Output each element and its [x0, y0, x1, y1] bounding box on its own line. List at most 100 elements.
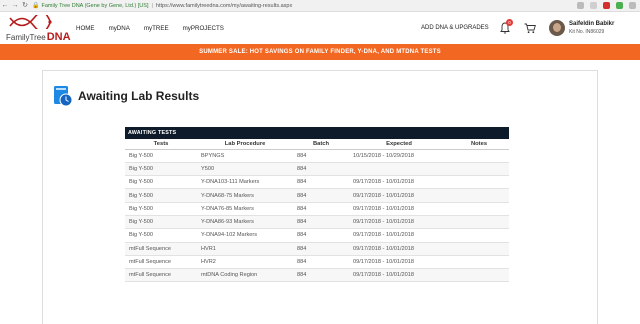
- cell-expected: 09/17/2018 - 10/01/2018: [349, 228, 449, 243]
- table-row: Big Y-500 Y-DNA76-85 Markers 884 09/17/2018…: [125, 202, 509, 216]
- familytreedna-logo[interactable]: FamilyTreeDNA: [6, 15, 71, 43]
- cell-expected: [349, 162, 449, 177]
- cell-batch: 884: [293, 162, 349, 177]
- logo-text-prefix: FamilyTree: [6, 33, 46, 42]
- cell-test: Big Y-500: [125, 202, 197, 216]
- cell-test: mtFull Sequence: [125, 242, 197, 256]
- cell-notes: [449, 188, 509, 203]
- cell-expected: 10/15/2018 - 10/29/2018: [349, 149, 449, 163]
- cell-expected: 09/17/2018 - 10/01/2018: [349, 202, 449, 216]
- cell-lab-procedure: Y-DNA86-93 Markers: [197, 215, 293, 230]
- logo-wordmark: FamilyTreeDNA: [6, 31, 71, 43]
- lab-clock-icon: [54, 86, 73, 107]
- cell-notes: [449, 242, 509, 256]
- user-name[interactable]: Saifeldin Babikr: [569, 21, 614, 27]
- cell-notes: [449, 149, 509, 163]
- cell-expected: 09/17/2018 - 10/01/2018: [349, 242, 449, 256]
- site-identity-label[interactable]: Family Tree DNA (Gene by Gene, Ltd.) [US…: [41, 3, 148, 9]
- cell-expected: 09/17/2018 - 10/01/2018: [349, 188, 449, 203]
- column-header-expected: Expected: [349, 139, 449, 150]
- cell-batch: 884: [293, 268, 349, 283]
- cell-lab-procedure: Y-DNA103-111 Markers: [197, 175, 293, 190]
- table-row: mtFull Sequence mtDNA Coding Region 884 09/…: [125, 268, 509, 283]
- cell-test: Big Y-500: [125, 215, 197, 230]
- cart-icon[interactable]: [524, 23, 536, 34]
- cell-batch: 884: [293, 175, 349, 190]
- awaiting-tests-table: AWAITING TESTS Tests Lab Procedure Batch…: [125, 127, 509, 283]
- cell-lab-procedure: HVR2: [197, 255, 293, 270]
- table-row: Big Y-500 Y-DNA86-93 Markers 884 09/17/2018…: [125, 215, 509, 230]
- cell-test: Big Y-500: [125, 162, 197, 177]
- table-row: Big Y-500 Y-DNA94-102 Markers 884 09/17/201…: [125, 228, 509, 243]
- column-header-batch: Batch: [293, 139, 349, 150]
- table-row: mtFull Sequence HVR2 884 09/17/2018 - 10/01…: [125, 255, 509, 270]
- cell-batch: 884: [293, 255, 349, 270]
- shield-extension-icon[interactable]: [603, 2, 610, 9]
- table-caption-row: AWAITING TESTS: [125, 127, 509, 139]
- table-row: Big Y-500 Y-DNA103-111 Markers 884 09/17/20…: [125, 175, 509, 190]
- cell-batch: 884: [293, 202, 349, 216]
- cell-test: Big Y-500: [125, 149, 197, 163]
- dna-helix-icon: [9, 15, 52, 29]
- reload-icon[interactable]: ↻: [20, 0, 30, 12]
- table-header-row: Tests Lab Procedure Batch Expected Notes: [125, 139, 509, 150]
- cell-notes: [449, 268, 509, 283]
- cell-notes: [449, 202, 509, 216]
- site-header: FamilyTreeDNA HOME myDNA myTREE myPROJEC…: [0, 12, 640, 44]
- cell-expected: 09/17/2018 - 10/01/2018: [349, 175, 449, 190]
- cell-lab-procedure: HVR1: [197, 242, 293, 256]
- cell-test: Big Y-500: [125, 188, 197, 203]
- nav-mydna[interactable]: myDNA: [109, 25, 130, 32]
- url-field[interactable]: https://www.familytreedna.com/my/awaitin…: [156, 3, 292, 9]
- cell-notes: [449, 215, 509, 230]
- cell-expected: 09/17/2018 - 10/01/2018: [349, 268, 449, 283]
- extension-icon[interactable]: [590, 2, 597, 9]
- lock-icon: 🔒: [32, 3, 40, 9]
- browser-address-bar: ← → ↻ 🔒 Family Tree DNA (Gene by Gene, L…: [0, 0, 640, 12]
- column-header-notes: Notes: [449, 139, 509, 150]
- nav-myprojects[interactable]: myPROJECTS: [183, 25, 224, 32]
- extension-icon[interactable]: [616, 2, 623, 9]
- promo-banner[interactable]: SUMMER SALE: HOT SAVINGS ON FAMILY FINDE…: [0, 44, 640, 60]
- extension-icons: [577, 2, 636, 9]
- cell-lab-procedure: Y-DNA68-75 Markers: [197, 188, 293, 203]
- forward-arrow-icon[interactable]: →: [10, 0, 20, 12]
- cell-notes: [449, 255, 509, 270]
- cell-test: mtFull Sequence: [125, 268, 197, 283]
- logo-text-suffix: DNA: [46, 31, 71, 43]
- cell-lab-procedure: BPYNGS: [197, 149, 293, 163]
- cell-batch: 884: [293, 215, 349, 230]
- cell-test: Big Y-500: [125, 175, 197, 190]
- cell-test: Big Y-500: [125, 228, 197, 243]
- table-row: Big Y-500 Y500 884: [125, 162, 509, 177]
- bookmark-star-icon[interactable]: [577, 2, 584, 9]
- page-title: Awaiting Lab Results: [78, 89, 200, 103]
- add-dna-upgrades-link[interactable]: ADD DNA & UPGRADES: [421, 25, 489, 31]
- cell-batch: 884: [293, 188, 349, 203]
- cell-lab-procedure: Y500: [197, 162, 293, 177]
- nav-home[interactable]: HOME: [76, 25, 95, 32]
- cell-batch: 884: [293, 242, 349, 256]
- avatar[interactable]: [549, 20, 565, 36]
- menu-dots-icon[interactable]: [629, 2, 636, 9]
- table-row: Big Y-500 Y-DNA68-75 Markers 884 09/17/2018…: [125, 188, 509, 203]
- cell-notes: [449, 162, 509, 177]
- cell-expected: 09/17/2018 - 10/01/2018: [349, 255, 449, 270]
- cell-batch: 884: [293, 149, 349, 163]
- cell-lab-procedure: Y-DNA76-85 Markers: [197, 202, 293, 216]
- column-header-lab-procedure: Lab Procedure: [197, 139, 293, 150]
- notification-badge: 0: [506, 19, 513, 26]
- table-row: Big Y-500 BPYNGS 884 10/15/2018 - 10/29/201…: [125, 149, 509, 163]
- cell-notes: [449, 228, 509, 243]
- user-kit-number: Kit No. IN86029: [569, 29, 605, 35]
- cell-test: mtFull Sequence: [125, 255, 197, 270]
- url-separator: |: [151, 2, 153, 9]
- nav-mytree[interactable]: myTREE: [144, 25, 169, 32]
- cell-batch: 884: [293, 228, 349, 243]
- column-header-tests: Tests: [125, 139, 197, 150]
- main-nav: HOME myDNA myTREE myPROJECTS: [76, 25, 224, 32]
- back-arrow-icon[interactable]: ←: [0, 0, 10, 12]
- table-caption: AWAITING TESTS: [125, 127, 509, 139]
- cell-lab-procedure: mtDNA Coding Region: [197, 268, 293, 283]
- cell-lab-procedure: Y-DNA94-102 Markers: [197, 228, 293, 243]
